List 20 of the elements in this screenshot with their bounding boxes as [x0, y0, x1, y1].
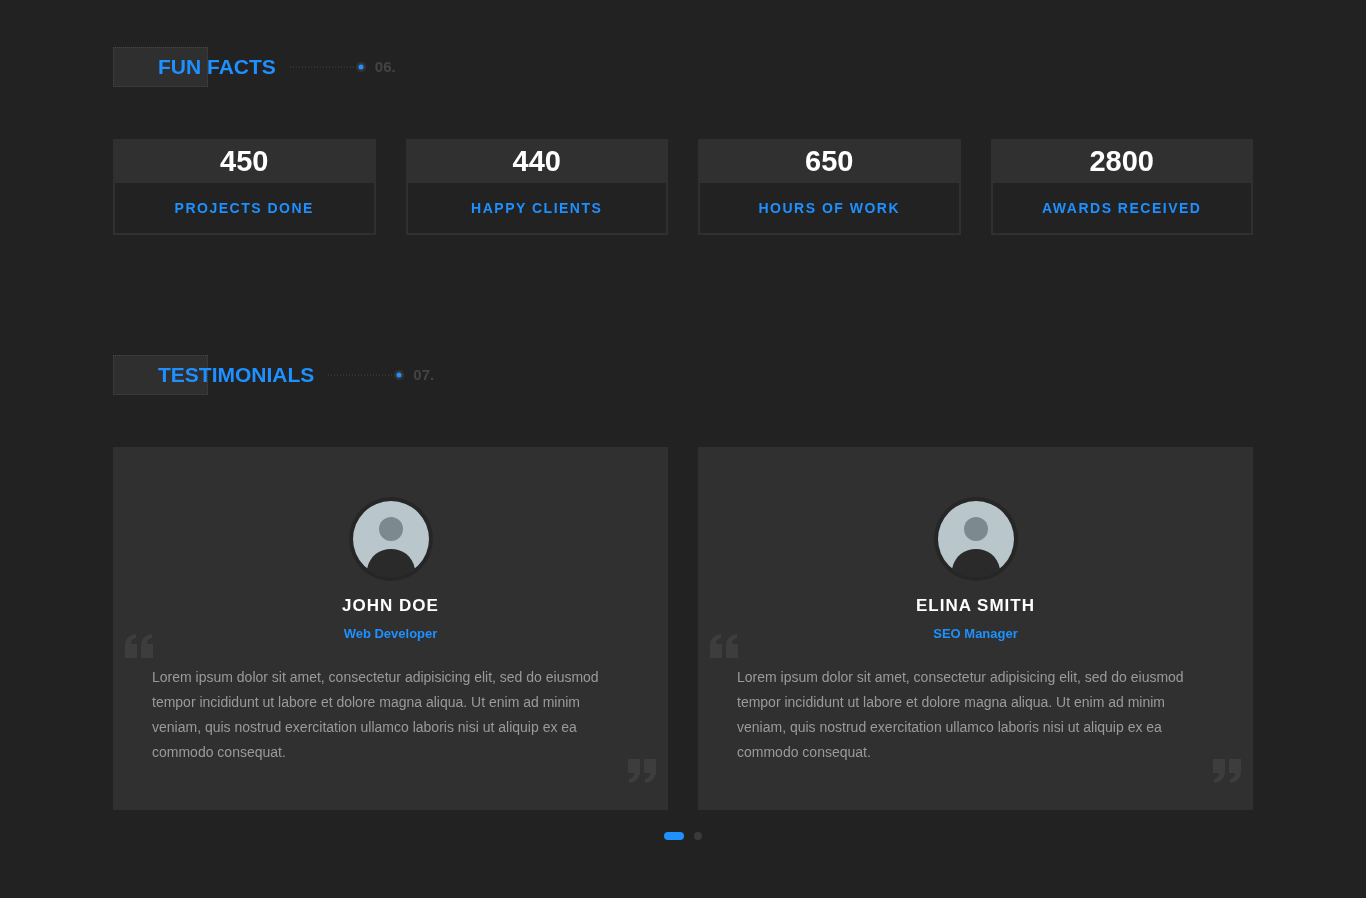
person-role: Web Developer [343, 624, 438, 643]
avatar-icon [348, 497, 433, 581]
section-title: FUN FACTS [158, 54, 276, 81]
person-role: SEO Manager [933, 624, 1018, 643]
person-name: JOHN DOE [342, 595, 439, 617]
dotted-line-icon [328, 370, 405, 380]
dotted-line-icon [289, 62, 366, 72]
stat-value: 450 [115, 141, 374, 183]
stat-label: HAPPY CLIENTS [470, 198, 604, 218]
stat-label: PROJECTS DONE [173, 198, 315, 218]
avatar-icon [933, 497, 1018, 581]
testimonial-text: Lorem ipsum dolor sit amet, consectetur adipisicing elit, sed do eiusmod tempor incididunt ut labore et dolore magna aliqua. Ut enim ad minim veniam, quis nostrud exercitation ullamco laboris nisi ut aliquip ex ea commodo consequat. [152, 668, 600, 762]
stat-value: 2800 [992, 141, 1251, 183]
section-title: TESTIMONIALS [158, 362, 315, 389]
stat-label: AWARDS RECEIVED [1041, 198, 1203, 218]
testimonial-text: Lorem ipsum dolor sit amet, consectetur adipisicing elit, sed do eiusmod tempor incididunt ut labore et dolore magna aliqua. Ut enim ad minim veniam, quis nostrud exercitation ullamco laboris nisi ut aliquip ex ea commodo consequat. [737, 668, 1185, 762]
stat-value: 440 [407, 141, 666, 183]
stat-label: HOURS OF WORK [757, 198, 902, 218]
stat-value: 650 [700, 141, 959, 183]
person-name: ELINA SMITH [916, 595, 1035, 617]
